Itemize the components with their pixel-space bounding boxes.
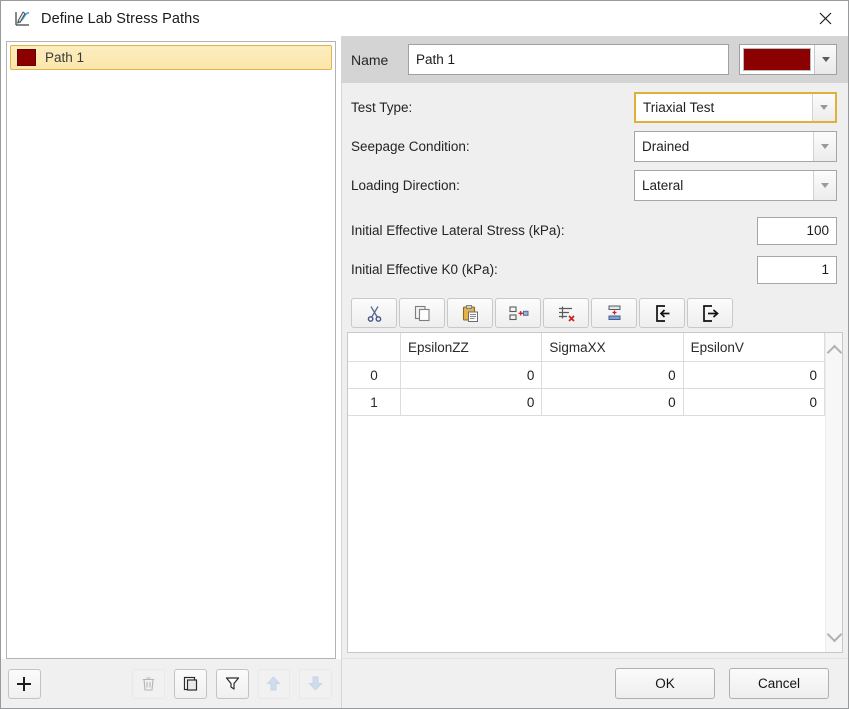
color-dropdown-arrow[interactable] — [814, 45, 836, 74]
color-swatch — [743, 48, 811, 71]
dialog-window: Define Lab Stress Paths Path 1 — [0, 0, 849, 709]
lateral-stress-row: Initial Effective Lateral Stress (kPa): — [351, 215, 837, 246]
path-list-toolbar — [1, 659, 341, 708]
filter-button[interactable] — [216, 669, 249, 699]
row-index[interactable]: 1 — [348, 389, 401, 416]
k0-label: Initial Effective K0 (kPa): — [351, 262, 757, 277]
color-picker[interactable] — [739, 44, 837, 75]
table-row[interactable]: 0 0 0 0 — [348, 362, 825, 389]
stress-path-icon — [12, 9, 32, 29]
chevron-down-icon — [822, 57, 830, 62]
stress-path-table[interactable]: EpsilonZZ SigmaXX EpsilonV 0 0 0 0 — [347, 332, 843, 653]
path-name-label: Path 1 — [45, 50, 84, 65]
close-button[interactable] — [802, 1, 848, 35]
properties-form: Test Type: Triaxial Test Seepage Conditi… — [342, 83, 848, 293]
move-up-button[interactable] — [258, 669, 291, 699]
paste-button[interactable] — [447, 298, 493, 328]
chevron-down-icon — [821, 144, 829, 149]
path-list[interactable]: Path 1 — [6, 41, 336, 659]
delete-path-button[interactable] — [132, 669, 165, 699]
export-button[interactable] — [687, 298, 733, 328]
add-path-button[interactable] — [8, 669, 41, 699]
loading-direction-label: Loading Direction: — [351, 178, 634, 193]
name-input[interactable] — [408, 44, 729, 75]
lateral-stress-label: Initial Effective Lateral Stress (kPa): — [351, 223, 757, 238]
loading-direction-select[interactable]: Lateral — [634, 170, 837, 201]
scroll-up-icon[interactable] — [826, 345, 842, 361]
delete-row-button[interactable] — [543, 298, 589, 328]
title-bar: Define Lab Stress Paths — [1, 1, 848, 36]
seepage-label: Seepage Condition: — [351, 139, 634, 154]
cut-button[interactable] — [351, 298, 397, 328]
path-list-pane: Path 1 — [1, 36, 342, 708]
path-color-swatch — [17, 49, 36, 66]
duplicate-path-button[interactable] — [174, 669, 207, 699]
k0-input[interactable] — [757, 256, 837, 284]
table-empty-area — [348, 416, 825, 652]
row-index[interactable]: 0 — [348, 362, 401, 389]
loading-direction-value: Lateral — [635, 178, 813, 193]
ok-button[interactable]: OK — [615, 668, 715, 699]
seepage-dropdown-arrow[interactable] — [813, 132, 836, 161]
table-main: EpsilonZZ SigmaXX EpsilonV 0 0 0 0 — [348, 333, 825, 652]
table-scrollbar[interactable] — [825, 333, 842, 652]
cell-sigmaxx[interactable]: 0 — [542, 362, 683, 389]
lateral-stress-input[interactable] — [757, 217, 837, 245]
cell-epsilonzz[interactable]: 0 — [401, 389, 542, 416]
col-header-epsilonzz[interactable]: EpsilonZZ — [401, 333, 542, 362]
seepage-select[interactable]: Drained — [634, 131, 837, 162]
name-row: Name — [342, 36, 848, 83]
chevron-down-icon — [821, 183, 829, 188]
test-type-row: Test Type: Triaxial Test — [351, 92, 837, 123]
list-item[interactable]: Path 1 — [10, 45, 332, 70]
k0-row: Initial Effective K0 (kPa): — [351, 254, 837, 285]
chevron-down-icon — [820, 105, 828, 110]
cell-epsilonv[interactable]: 0 — [683, 389, 824, 416]
insert-row-button[interactable] — [495, 298, 541, 328]
grid-toolbar — [346, 295, 848, 332]
cell-epsilonzz[interactable]: 0 — [401, 362, 542, 389]
col-header-sigmaxx[interactable]: SigmaXX — [542, 333, 683, 362]
test-type-value: Triaxial Test — [636, 100, 812, 115]
path-properties-pane: Name Test Type: Triaxial Test — [342, 36, 848, 708]
insert-below-button[interactable] — [591, 298, 637, 328]
test-type-select[interactable]: Triaxial Test — [634, 92, 837, 123]
window-title: Define Lab Stress Paths — [41, 11, 200, 27]
data-grid: EpsilonZZ SigmaXX EpsilonV 0 0 0 0 — [348, 333, 825, 416]
cell-epsilonv[interactable]: 0 — [683, 362, 824, 389]
col-header-epsilonv[interactable]: EpsilonV — [683, 333, 824, 362]
import-button[interactable] — [639, 298, 685, 328]
seepage-value: Drained — [635, 139, 813, 154]
loading-direction-row: Loading Direction: Lateral — [351, 170, 837, 201]
move-down-button[interactable] — [299, 669, 332, 699]
scroll-down-icon[interactable] — [826, 627, 842, 643]
loading-direction-dropdown-arrow[interactable] — [813, 171, 836, 200]
test-type-label: Test Type: — [351, 100, 634, 115]
seepage-row: Seepage Condition: Drained — [351, 131, 837, 162]
copy-button[interactable] — [399, 298, 445, 328]
table-row[interactable]: 1 0 0 0 — [348, 389, 825, 416]
test-type-dropdown-arrow[interactable] — [812, 94, 835, 121]
name-label: Name — [351, 52, 408, 68]
dialog-footer: OK Cancel — [342, 658, 848, 708]
table-header-row: EpsilonZZ SigmaXX EpsilonV — [348, 333, 825, 362]
cancel-button[interactable]: Cancel — [729, 668, 829, 699]
col-header-index[interactable] — [348, 333, 401, 362]
cell-sigmaxx[interactable]: 0 — [542, 389, 683, 416]
dialog-body: Path 1 — [1, 36, 848, 708]
